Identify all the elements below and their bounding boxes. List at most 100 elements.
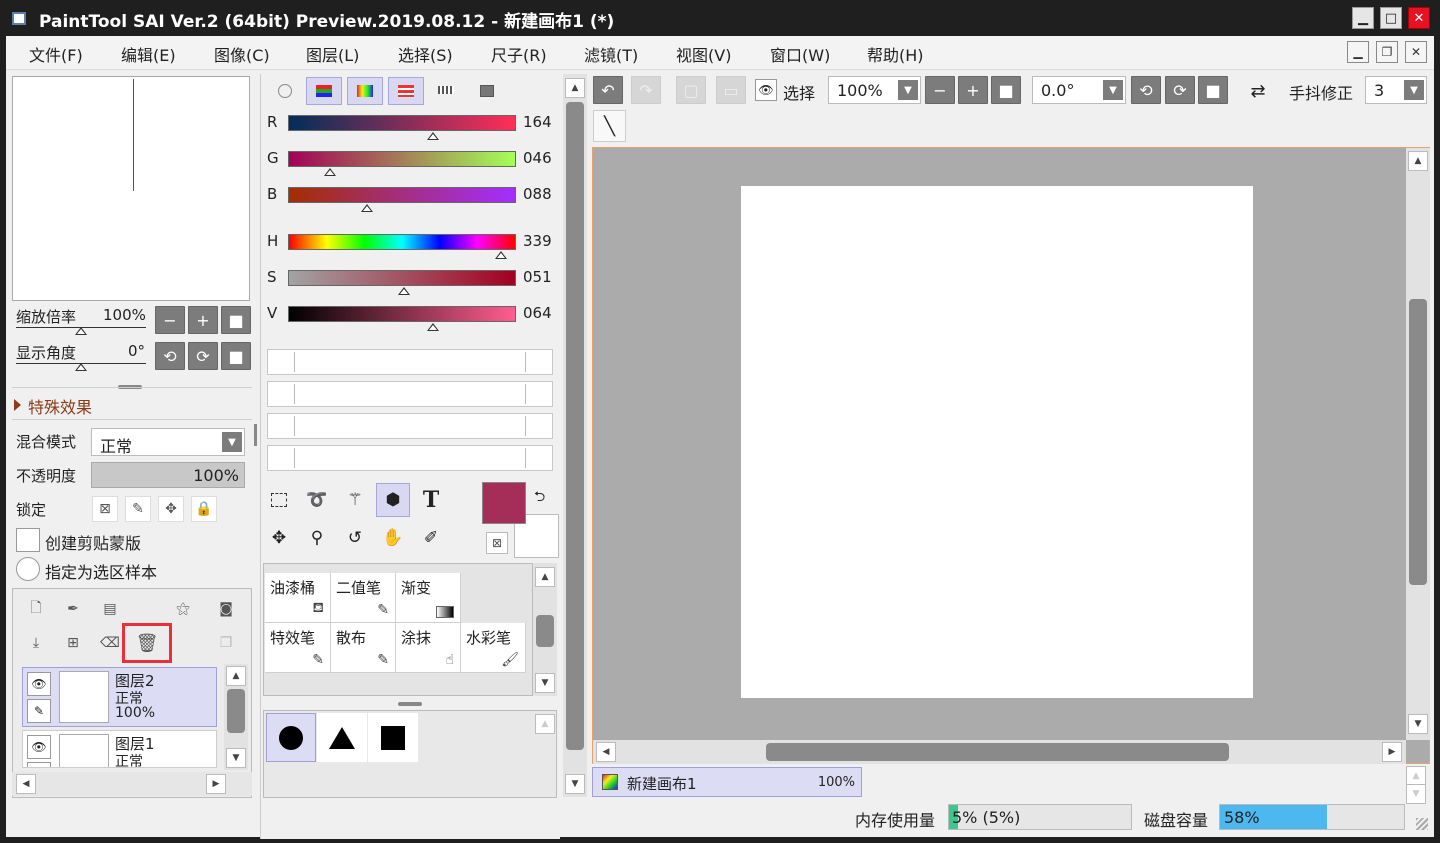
tool-param-row[interactable] bbox=[267, 445, 553, 471]
deselect-button[interactable]: ▢ bbox=[676, 76, 706, 104]
lock-paint-icon[interactable]: ✎ bbox=[125, 496, 151, 522]
navigator-preview[interactable] bbox=[12, 76, 250, 301]
pencil-icon[interactable]: ✎ bbox=[27, 699, 51, 723]
zoom-slider-handle[interactable] bbox=[75, 327, 87, 335]
canvas-tab[interactable]: 新建画布1 100% bbox=[592, 767, 862, 797]
rect-select-tool[interactable] bbox=[262, 483, 296, 517]
scroll-up-icon[interactable]: ▲ bbox=[226, 666, 246, 686]
zoom-tool[interactable]: ⚲ bbox=[300, 521, 334, 555]
menu-layer[interactable]: 图层(L) bbox=[306, 42, 359, 66]
brush-gradient[interactable]: 渐变 bbox=[396, 573, 461, 623]
eyedropper-tool[interactable]: ✐ bbox=[414, 521, 448, 555]
expand-arrow-icon[interactable] bbox=[14, 399, 21, 411]
pencil-icon[interactable] bbox=[27, 762, 51, 767]
shape-tool[interactable]: ⬢ bbox=[376, 483, 410, 517]
swatch-tab[interactable] bbox=[429, 77, 465, 105]
scroll-right-icon[interactable]: ▶ bbox=[1382, 742, 1402, 762]
panel-splitter[interactable] bbox=[398, 702, 422, 706]
menu-window[interactable]: 窗口(W) bbox=[770, 42, 830, 66]
brush-effect-pen[interactable]: 特效笔 ✎ bbox=[265, 623, 331, 673]
doc-restore-button[interactable]: ❐ bbox=[1376, 41, 1398, 63]
effects-label[interactable]: 特殊效果 bbox=[28, 394, 92, 418]
add-layer-icon[interactable]: ⊞ bbox=[60, 630, 86, 656]
rgb-slider-tab[interactable] bbox=[306, 77, 342, 105]
scroll-thumb[interactable] bbox=[566, 102, 584, 750]
v-slider[interactable] bbox=[288, 306, 516, 322]
zoom-in-button[interactable]: + bbox=[188, 306, 218, 334]
canvas-vscrollbar[interactable]: ▲ ▼ bbox=[1406, 148, 1430, 740]
b-slider-handle[interactable] bbox=[361, 204, 373, 212]
view-zoom-reset-button[interactable]: ■ bbox=[991, 76, 1021, 104]
lock-move-icon[interactable]: ✥ bbox=[158, 496, 184, 522]
scroll-left-icon[interactable]: ◀ bbox=[596, 742, 616, 762]
scroll-right-icon[interactable]: ▶ bbox=[206, 774, 226, 794]
scratchpad-tab[interactable] bbox=[470, 77, 506, 105]
lock-all-icon[interactable]: 🔒 bbox=[191, 496, 217, 522]
resize-grip-icon[interactable] bbox=[1416, 818, 1428, 830]
trash-icon[interactable]: 🗑 bbox=[134, 630, 160, 656]
blend-mode-select[interactable]: 正常 ▼ bbox=[91, 428, 245, 456]
new-layer-icon[interactable]: 🗋 bbox=[23, 596, 49, 622]
lock-transparency-icon[interactable]: ⊠ bbox=[92, 496, 118, 522]
duplicate-icon[interactable]: ❐ bbox=[213, 630, 239, 656]
rotate-tool[interactable]: ↺ bbox=[338, 521, 372, 555]
opacity-slider[interactable]: 100% bbox=[91, 462, 245, 488]
doc-close-button[interactable]: ✕ bbox=[1405, 41, 1427, 63]
zoom-reset-button[interactable]: ■ bbox=[221, 306, 251, 334]
close-button[interactable]: ✕ bbox=[1408, 7, 1430, 29]
layer-list-scrollbar[interactable]: ▲ ▼ bbox=[224, 664, 248, 770]
eye-icon[interactable]: 👁 bbox=[27, 672, 51, 696]
minimize-button[interactable]: ▁ bbox=[1352, 7, 1374, 29]
scroll-down-icon[interactable]: ▼ bbox=[226, 748, 246, 768]
brush-empty-slot[interactable] bbox=[461, 573, 526, 623]
clip-checkbox[interactable] bbox=[16, 528, 40, 552]
brush-binary-pen[interactable]: 二值笔 ✎ bbox=[331, 573, 396, 623]
undo-button[interactable]: ↶ bbox=[593, 76, 623, 104]
scroll-down-icon[interactable]: ▼ bbox=[1406, 784, 1426, 804]
text-tool[interactable]: T bbox=[414, 483, 448, 517]
angle-slider-handle[interactable] bbox=[75, 363, 87, 371]
flip-horizontal-icon[interactable]: ⇄ bbox=[1242, 78, 1274, 104]
clear-layer-icon[interactable]: ⌫ bbox=[97, 630, 123, 656]
menu-help[interactable]: 帮助(H) bbox=[867, 42, 924, 66]
view-zoom-out-button[interactable]: − bbox=[925, 76, 955, 104]
circle-shape-button[interactable] bbox=[266, 713, 316, 762]
menu-image[interactable]: 图像(C) bbox=[214, 42, 270, 66]
scroll-thumb[interactable] bbox=[766, 743, 1229, 761]
straight-line-icon[interactable]: ╲ bbox=[593, 110, 626, 142]
scroll-thumb[interactable] bbox=[536, 615, 554, 647]
menu-edit[interactable]: 编辑(E) bbox=[121, 42, 176, 66]
brush-grid-scrollbar[interactable]: ▲ ▼ bbox=[533, 563, 557, 696]
triangle-shape-button[interactable] bbox=[317, 713, 367, 762]
eye-icon[interactable]: 👁 bbox=[27, 735, 51, 759]
h-slider[interactable] bbox=[288, 234, 516, 250]
magic-wand-tool[interactable]: ⚚ bbox=[338, 483, 372, 517]
scroll-thumb[interactable] bbox=[227, 689, 245, 733]
drawing-canvas[interactable] bbox=[741, 186, 1253, 698]
menu-file[interactable]: 文件(F) bbox=[29, 42, 83, 66]
r-slider-handle[interactable] bbox=[427, 132, 439, 140]
sample-radio[interactable] bbox=[16, 557, 40, 581]
scroll-thumb[interactable] bbox=[1409, 299, 1427, 585]
menu-ruler[interactable]: 尺子(R) bbox=[491, 42, 547, 66]
doc-minimize-button[interactable]: ▁ bbox=[1347, 41, 1369, 63]
zoom-out-button[interactable]: − bbox=[155, 306, 185, 334]
g-slider[interactable] bbox=[288, 151, 516, 167]
stabilizer-select[interactable]: 3 ▼ bbox=[1365, 76, 1427, 104]
brush-paint-bucket[interactable]: 油漆桶 ⛾ bbox=[265, 573, 331, 623]
menu-select[interactable]: 选择(S) bbox=[398, 42, 453, 66]
canvas-viewport[interactable]: ▲ ▼ ◀ ▶ bbox=[592, 147, 1430, 764]
view-rotate-left-button[interactable]: ⟲ bbox=[1131, 76, 1161, 104]
rotate-left-button[interactable]: ⟲ bbox=[155, 342, 185, 370]
layer-item-1[interactable]: 👁 图层1 正常 bbox=[22, 730, 217, 768]
invert-select-button[interactable]: ▭ bbox=[716, 76, 746, 104]
left-panel-splitter[interactable] bbox=[254, 424, 257, 446]
lasso-tool[interactable]: ➰ bbox=[300, 483, 334, 517]
layer-item-2[interactable]: 👁 ✎ 图层2 正常 100% bbox=[22, 667, 217, 727]
b-slider[interactable] bbox=[288, 187, 516, 203]
g-slider-handle[interactable] bbox=[324, 168, 336, 176]
scroll-down-icon[interactable]: ▼ bbox=[535, 673, 555, 693]
tool-param-row[interactable] bbox=[267, 349, 553, 375]
scroll-up-icon[interactable]: ▲ bbox=[1408, 151, 1428, 171]
scroll-down-icon[interactable]: ▼ bbox=[565, 774, 585, 794]
